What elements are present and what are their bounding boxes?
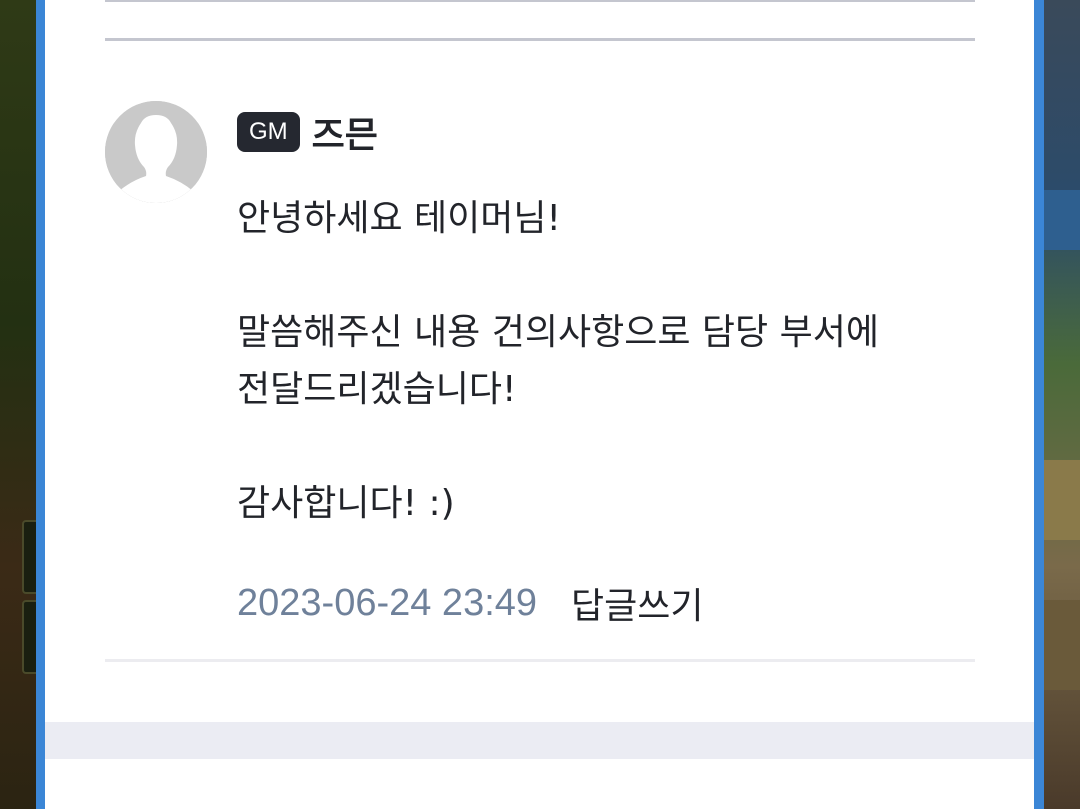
default-user-avatar-icon [105,101,207,203]
game-background-right [1040,0,1080,809]
comment-author-row: GM 즈믄 [237,108,378,156]
divider [105,0,975,2]
comment-body: 안녕하세요 테이머님! 말씀해주신 내용 건의사항으로 담당 부서에 전달드리겠… [237,198,879,524]
game-background-tile [1042,190,1080,250]
comment-meta: 2023-06-24 23:49 답글쓰기 [237,578,704,628]
avatar[interactable] [105,101,207,203]
section-separator [45,722,1034,759]
game-background-tile [1042,600,1080,690]
comment-timestamp: 2023-06-24 23:49 [237,581,538,624]
reply-button[interactable]: 답글쓰기 [571,577,703,629]
divider [105,38,975,41]
author-name[interactable]: 즈믄 [312,106,378,158]
app-viewport: GM 즈믄 안녕하세요 테이머님! 말씀해주신 내용 건의사항으로 담당 부서에… [0,0,1080,809]
gm-badge: GM [237,112,300,152]
game-background-left [0,0,40,809]
game-background-tile [1042,460,1080,540]
divider [105,659,975,662]
